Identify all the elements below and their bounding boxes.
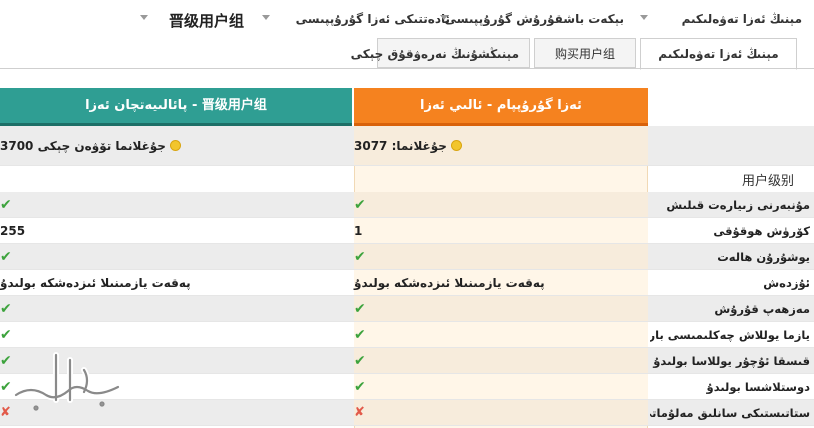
current-value: پەقەت يازمىنىلا ئىزدەشكە بولىدۇ <box>354 275 545 290</box>
chevron-down-icon[interactable] <box>140 15 148 20</box>
check-icon: ✔ <box>0 248 12 265</box>
current-points: جۇغلانما: 3077 <box>354 126 648 165</box>
chevron-down-icon[interactable] <box>640 15 648 20</box>
permission-label: دوستلاشسا بولىدۇ <box>706 379 810 394</box>
current-cell: ✘ <box>354 400 648 425</box>
permission-label: يوشۇرۇن ھالەت <box>717 249 810 264</box>
permission-row: ئۇزدەش پەقەت يازمىنىلا ئىزدەشكە بولىدۇ پەق… <box>0 270 814 296</box>
next-group-header: 晋级用户组 - پائالىيەتچان ئەزا <box>0 88 352 126</box>
lightbulb-icon <box>170 141 180 150</box>
site-logo <box>13 352 121 411</box>
check-icon: ✔ <box>354 248 366 265</box>
next-cell: 255 <box>0 218 352 243</box>
check-icon: ✔ <box>354 196 366 213</box>
tab-divider <box>0 68 814 69</box>
section-row: 用户级别 <box>0 166 814 192</box>
current-cell: ✔ <box>354 244 648 269</box>
current-cell: ✔ <box>354 192 648 217</box>
current-group-header: ئەزا گۇرۇپپام - ئالىي ئەزا <box>354 88 648 126</box>
points-row: جۇغلانما تۆۋەن چېكى 3700 جۇغلانما: 3077 <box>0 126 814 166</box>
permission-row: مۇنبەرنى زىيارەت قىلىش ✔ ✔ <box>0 192 814 218</box>
permission-label: قىسقا ئۇچۇر يوللاسا بولىدۇ <box>653 353 810 368</box>
permission-row: مەزھەپ قۇرۇش ✔ ✔ <box>0 296 814 322</box>
crumb-my-membership[interactable]: مېنىڭ ئەزا تەۋەلىكىم <box>682 12 802 26</box>
top-navigation: مېنىڭ ئەزا تەۋەلىكىم 晋级用户组 ئادەتتىكى ئەز… <box>0 0 814 40</box>
current-cell: ✔ <box>354 296 648 321</box>
current-cell: پەقەت يازمىنىلا ئىزدەشكە بولىدۇ <box>354 270 648 295</box>
crumb-normal-member-group[interactable]: ئادەتتىكى ئەزا گۇرۇپپىسى <box>296 12 450 26</box>
lightbulb-icon <box>451 141 461 150</box>
permission-label: ستاتىستىكى سانلىق مەلۇماتى <box>650 405 810 420</box>
permission-label: كۆرۈش ھوقۇقى <box>713 223 810 238</box>
next-value: 255 <box>0 223 26 238</box>
tab-my-membership[interactable]: مېنىڭ ئەزا تەۋەلىكىم <box>640 38 797 70</box>
check-icon: ✔ <box>0 196 12 213</box>
permission-label: يازما يوللاش چەكلىمىسى بار <box>650 327 810 342</box>
check-icon: ✔ <box>354 326 366 343</box>
next-cell: ✔ <box>0 244 352 269</box>
check-icon: ✔ <box>0 300 12 317</box>
crumb-site-admin-group[interactable]: بېكەت باشقۇرۇش گۇرۇپپىسى <box>445 12 625 26</box>
permission-row: يوشۇرۇن ھالەت ✔ ✔ <box>0 244 814 270</box>
current-cell: 1 <box>354 218 648 243</box>
tab-bar: مېنىڭ ئەزا تەۋەلىكىم 购买用户组 مېنىڭشۇنىڭ نە… <box>0 38 814 70</box>
next-cell: ✔ <box>0 296 352 321</box>
cross-icon: ✘ <box>354 405 365 420</box>
check-icon: ✔ <box>354 378 366 395</box>
next-value: پەقەت يازمىنىلا ئىزدەشكە بولىدۇ <box>0 275 191 290</box>
next-cell: پەقەت يازمىنىلا ئىزدەشكە بولىدۇ <box>0 270 352 295</box>
check-icon: ✔ <box>354 352 366 369</box>
chevron-down-icon[interactable] <box>262 15 270 20</box>
permission-label: مەزھەپ قۇرۇش <box>714 301 810 316</box>
tab-permissions[interactable]: مېنىڭشۇنىڭ نەرەۋقۇق چېكى <box>351 38 530 68</box>
current-cell: ✔ <box>354 322 648 347</box>
crumb-upgrade-group[interactable]: 晋级用户组 <box>169 10 244 31</box>
section-label: 用户级别 <box>741 173 794 189</box>
current-cell: ✔ <box>354 374 648 399</box>
permission-label: ئۇزدەش <box>763 275 810 290</box>
current-value: 1 <box>354 223 363 238</box>
check-icon: ✔ <box>354 300 366 317</box>
permission-row: كۆرۈش ھوقۇقى 1 255 <box>0 218 814 244</box>
tab-buy-group[interactable]: 购买用户组 <box>534 38 636 68</box>
next-points: جۇغلانما تۆۋەن چېكى 3700 <box>0 126 352 165</box>
permission-label: مۇنبەرنى زىيارەت قىلىش <box>666 197 810 212</box>
next-cell: ✔ <box>0 192 352 217</box>
current-cell: ✔ <box>354 348 648 373</box>
